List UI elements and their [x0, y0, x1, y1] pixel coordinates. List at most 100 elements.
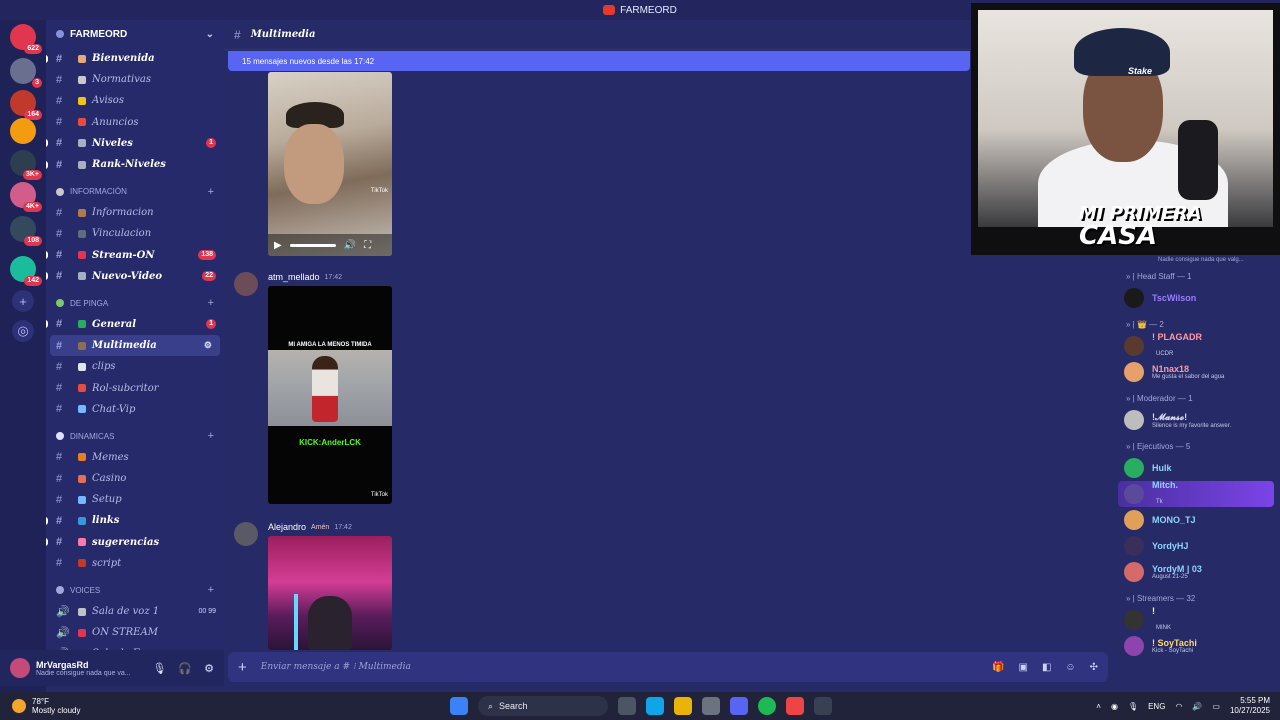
server-icon[interactable]: 3K+ — [10, 150, 42, 180]
channel-anuncios[interactable]: # Anuncios — [46, 112, 224, 133]
server-icon[interactable]: 108 — [10, 216, 42, 246]
sticker-icon[interactable]: ◧ — [1042, 662, 1051, 673]
apps-icon[interactable]: ✣ — [1090, 662, 1098, 673]
network-icon[interactable]: ◉ — [1111, 702, 1118, 711]
channel-settings-icon[interactable]: ⚙ — [204, 341, 212, 351]
headphones-icon[interactable]: 🎧 — [178, 662, 192, 675]
channel-general[interactable]: # General 1 — [46, 314, 224, 335]
channel-niveles[interactable]: # Niveles 1 — [46, 133, 224, 154]
member-item[interactable]: YordyHJ — [1118, 533, 1280, 559]
add-channel-icon[interactable]: + — [208, 297, 214, 309]
category-informacion[interactable]: INFORMACIÓN + — [46, 181, 224, 202]
add-channel-icon[interactable]: + — [208, 430, 214, 442]
channel-sugerencias[interactable]: # sugerencias — [46, 532, 224, 553]
play-icon[interactable]: ▶ — [274, 240, 282, 251]
member-item[interactable]: ! SoyTachi Kick - SoyTachi — [1118, 633, 1280, 659]
volume-icon[interactable]: 🔊 — [1192, 702, 1202, 711]
fullscreen-icon[interactable]: ⛶ — [364, 240, 371, 251]
gif-icon[interactable]: ▣ — [1018, 662, 1027, 673]
category-voices[interactable]: VOICES + — [46, 580, 224, 601]
user-panel: MrVargasRd Nadie consigue nada que va...… — [0, 650, 224, 686]
member-item[interactable]: N1nax18 Me gusta el sabor del agua — [1118, 359, 1280, 385]
channel-bienvenida[interactable]: # Bienvenida — [46, 48, 224, 69]
channel-links[interactable]: # links — [46, 510, 224, 531]
member-item[interactable]: YordyM | 03 August 21-25 — [1118, 559, 1280, 585]
gear-icon[interactable]: ⚙ — [204, 662, 214, 675]
channel-vinculacion[interactable]: # Vinculacion — [46, 223, 224, 244]
member-item[interactable]: Mitch. Tk — [1118, 480, 1274, 507]
video-attachment[interactable] — [268, 536, 392, 650]
taskbar-search[interactable]: ⌕ Search — [478, 696, 608, 716]
message-author[interactable]: Alejandro — [268, 522, 306, 532]
add-server-icon[interactable]: + — [12, 290, 34, 312]
member-item[interactable]: MONO_TJ — [1118, 507, 1280, 533]
channel-sala-de-voz-1[interactable]: 🔊 Sala de voz 1 00 99 — [46, 601, 224, 622]
microphone-icon[interactable]: 🎙 — [152, 662, 166, 675]
channel-sala-de-espera[interactable]: 🔊Sala de Espera — [46, 643, 224, 650]
video-attachment[interactable]: MI AMIGA LA MENOS TIMIDA KICK:AnderLCK T… — [268, 286, 392, 504]
edge-icon[interactable] — [646, 697, 664, 715]
channel-stream-on[interactable]: # Stream-ON 138 — [46, 245, 224, 266]
channel-setup[interactable]: # Setup — [46, 489, 224, 510]
channel-multimedia[interactable]: # Multimedia ⚙ — [50, 335, 220, 357]
microphone-icon[interactable]: 🎙 — [1128, 702, 1138, 711]
video-attachment[interactable]: TikTok ▶ 🔊 ⛶ — [268, 72, 392, 256]
server-icon[interactable]: 622 — [10, 24, 42, 54]
windows-start-icon[interactable] — [450, 697, 468, 715]
channel-rol-subcritor[interactable]: # Rol-subcritor — [46, 377, 224, 398]
volume-icon[interactable]: 🔊 — [344, 240, 356, 251]
category-de-pinga[interactable]: DE PINGA + — [46, 293, 224, 314]
channel-rank-niveles[interactable]: # Rank-Niveles — [46, 154, 224, 175]
explore-icon[interactable]: ◎ — [12, 320, 34, 342]
server-icon[interactable]: 164 — [10, 90, 42, 120]
server-icon[interactable]: 4K+ — [10, 182, 42, 212]
server-header[interactable]: FARMEORD ⌄ — [46, 20, 224, 48]
weather-widget[interactable]: 78°F Mostly cloudy — [0, 697, 80, 715]
channel-on-stream[interactable]: 🔊 ON STREAM — [46, 622, 224, 643]
battery-icon[interactable]: ▭ — [1212, 702, 1220, 711]
emoji-icon[interactable]: ☺ — [1065, 662, 1075, 673]
xbox-icon[interactable] — [814, 697, 832, 715]
chevron-down-icon[interactable]: ⌄ — [206, 29, 214, 40]
channel-casino[interactable]: # Casino — [46, 468, 224, 489]
chevron-up-icon[interactable]: ˄ — [1096, 702, 1101, 711]
task-view-icon[interactable] — [618, 697, 636, 715]
hash-icon: # — [56, 382, 63, 395]
message-author[interactable]: atm_mellado — [268, 272, 320, 282]
category-dinamicas[interactable]: DINAMICAS + — [46, 426, 224, 447]
add-attachment-icon[interactable]: + — [238, 659, 247, 676]
channel-script[interactable]: # script — [46, 553, 224, 574]
file-explorer-icon[interactable] — [674, 697, 692, 715]
gift-icon[interactable]: 🎁 — [992, 662, 1004, 673]
server-icon[interactable] — [10, 118, 36, 144]
channel-memes[interactable]: # Memes — [46, 447, 224, 468]
member-item[interactable]: ! PLAGADR UCDR — [1118, 332, 1280, 359]
channel-chat-vip[interactable]: # Chat-Vip — [46, 399, 224, 420]
spotify-icon[interactable] — [758, 697, 776, 715]
chatgpt-icon[interactable] — [702, 697, 720, 715]
channel-informacion[interactable]: # Informacion — [46, 202, 224, 223]
member-item[interactable]: !𝓜𝓪𝓷𝓼𝓸! Silence is my favorite answer. — [1118, 407, 1280, 433]
avatar[interactable] — [10, 658, 30, 678]
add-channel-icon[interactable]: + — [208, 584, 214, 596]
server-icon[interactable]: 142 — [10, 256, 42, 286]
wifi-icon[interactable]: ◠ — [1175, 702, 1182, 711]
add-channel-icon[interactable]: + — [208, 186, 214, 198]
channel-avisos[interactable]: # Avisos — [46, 90, 224, 111]
message-input[interactable] — [260, 662, 993, 672]
clock[interactable]: 5:55 PM 10/27/2025 — [1230, 696, 1270, 716]
obs-icon[interactable] — [786, 697, 804, 715]
volume-slider[interactable] — [289, 243, 336, 247]
channel-clips[interactable]: # clips — [46, 356, 224, 377]
channel-normativas[interactable]: # Normativas — [46, 69, 224, 90]
discord-icon[interactable] — [730, 697, 748, 715]
channel-nuevo-video[interactable]: # Nuevo-Video 22 — [46, 266, 224, 287]
member-item[interactable]: Hulk — [1118, 455, 1280, 481]
language-indicator[interactable]: ENG — [1148, 702, 1165, 711]
member-item[interactable]: ! MINK — [1118, 606, 1280, 633]
server-icon[interactable]: 3 — [10, 58, 42, 88]
member-item[interactable]: TscWilson — [1118, 285, 1280, 311]
new-messages-banner[interactable]: 15 mensajes nuevos desde las 17:42 — [228, 51, 970, 71]
avatar[interactable] — [234, 272, 258, 296]
avatar[interactable] — [234, 522, 258, 546]
